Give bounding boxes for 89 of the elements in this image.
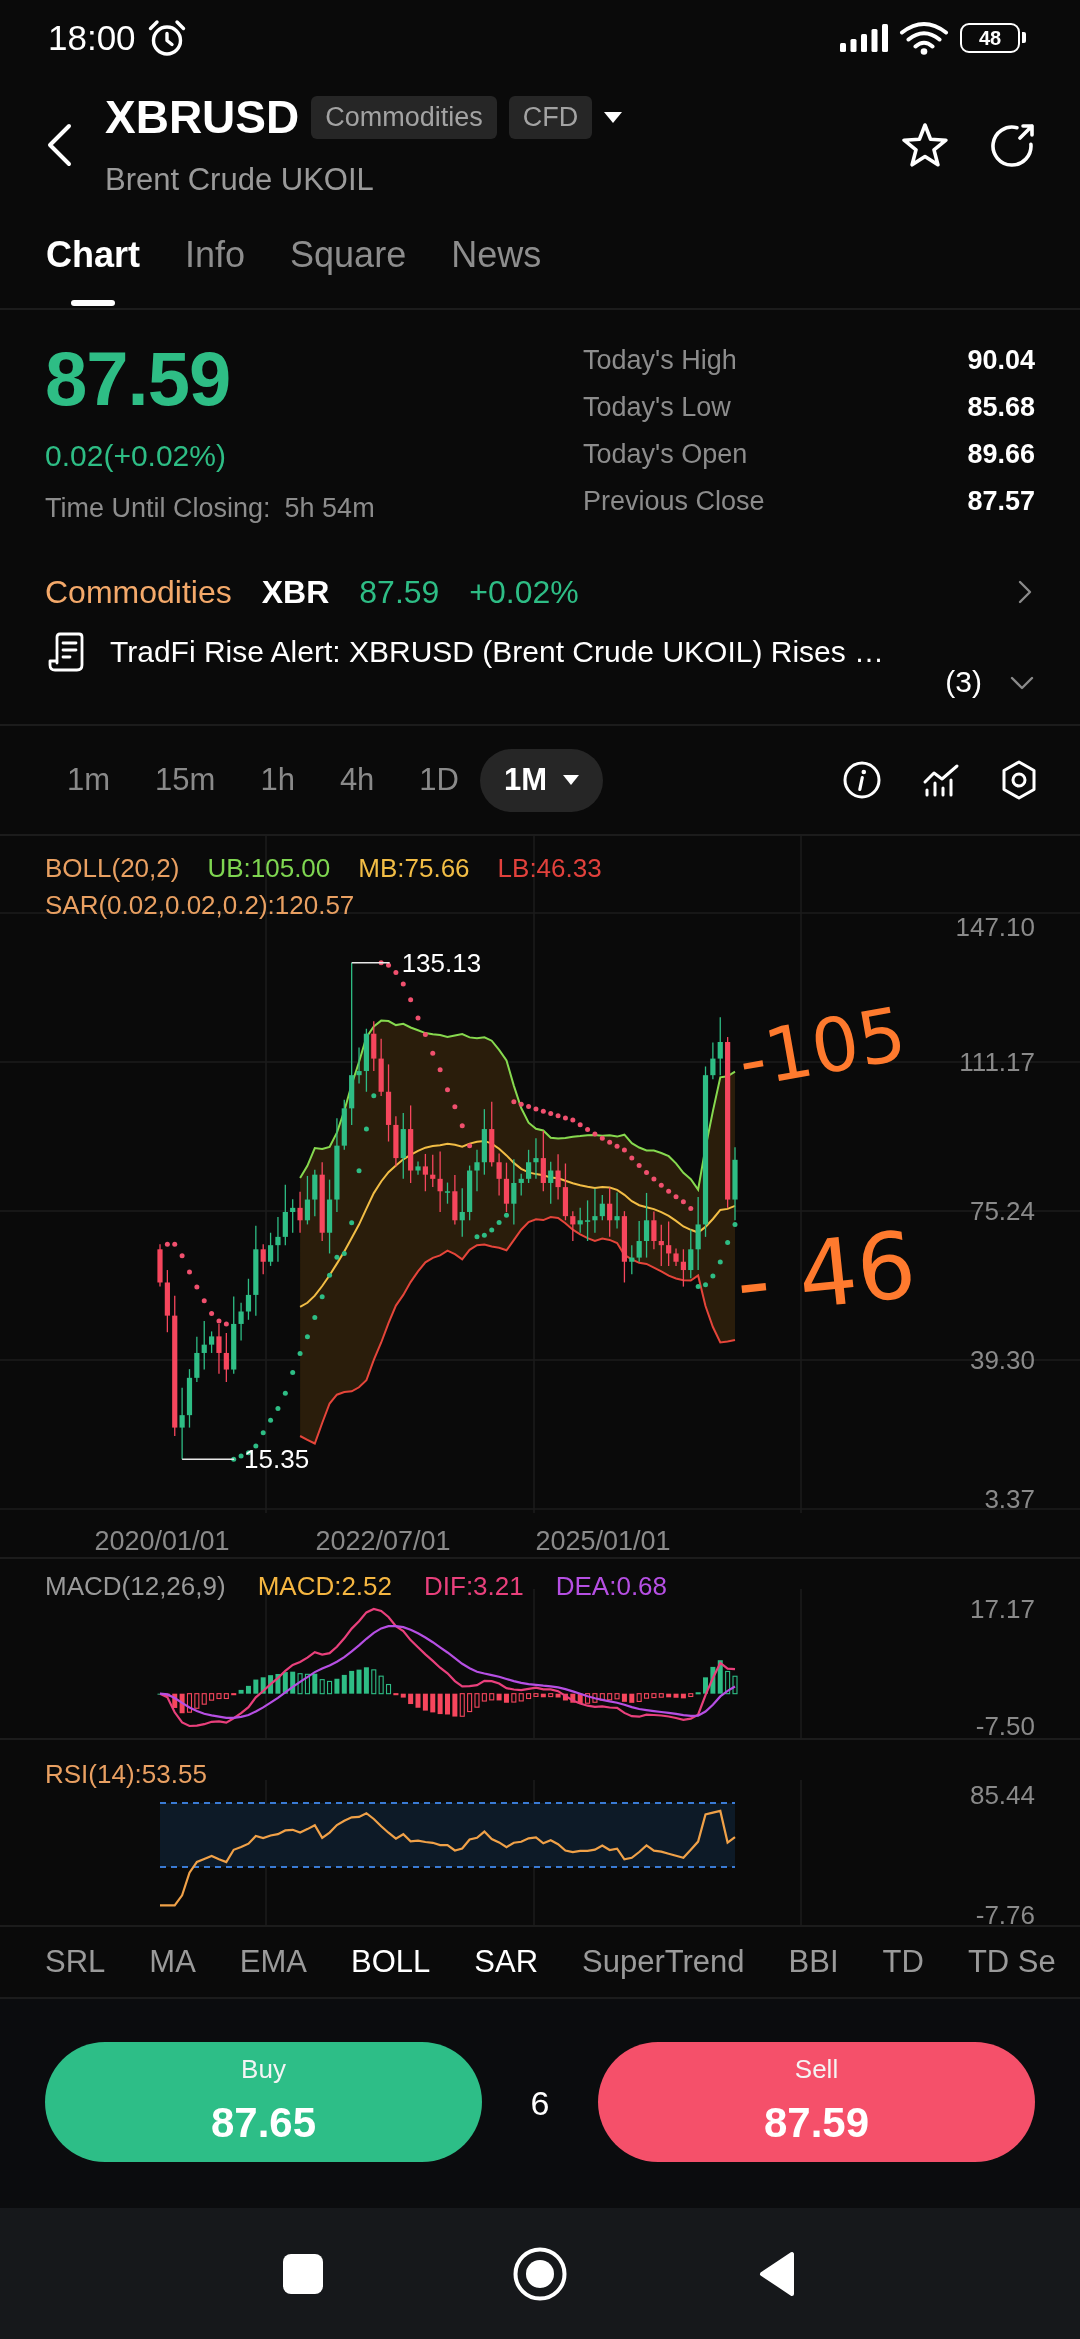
indicator-tab[interactable]: TD Se [967,1943,1056,1981]
indicator-legend-value: DEA:0.68 [555,1571,668,1601]
spread-value: 6 [530,2083,550,2123]
date-axis-label: 2022/07/01 [315,1526,451,1556]
indicator-tab[interactable]: SRL [45,1943,106,1981]
caret-icon [563,775,580,785]
indicator-legend-value: SAR(0.02,0.02,0.2):120.57 [45,890,355,920]
info-icon[interactable] [843,761,881,799]
price-axis-label: 3.37 [984,1484,1035,1514]
indicator-tab[interactable]: BOLL [351,1943,431,1981]
market-price: 87.59 [359,573,440,611]
high-price-label: 135.13 [401,947,482,978]
indicator-legend-value: MACD(12,26,9) [45,1571,226,1601]
market-change: +0.02% [469,573,579,611]
page-tab[interactable]: Square [290,234,407,276]
market-symbol: XBR [261,573,330,611]
signal-icon [840,23,888,52]
market-category: Commodities [45,573,232,611]
interval-tab[interactable]: 1m [67,762,111,798]
chevron-down-icon[interactable] [1010,676,1034,690]
market-tag: CFD [508,95,593,139]
status-time: 18:00 [48,17,136,58]
wifi-icon [899,20,949,55]
indicator-legend-value: RSI(14):53.55 [45,1759,207,1789]
settings-icon[interactable] [1001,760,1037,800]
interval-tab[interactable]: 1M [480,748,604,812]
symbol-name: Brent Crude UKOIL [105,162,375,198]
low-price-leader-line [181,1458,235,1461]
indicator-tab[interactable]: BBI [788,1943,839,1981]
closing-time: 5h 54m [284,492,375,524]
indicator-legend-value: MACD:2.52 [257,1571,392,1601]
low-price-label: 15.35 [244,1444,310,1475]
circular-arrow-icon[interactable] [990,122,1036,168]
caret-icon[interactable] [604,111,623,123]
indicator-tab[interactable]: EMA [239,1943,307,1981]
date-axis-label: 2025/01/01 [535,1526,671,1556]
alarm-clock-icon [146,18,187,57]
chevron-right-icon[interactable] [1018,580,1032,604]
indicator-legend-value: UB:105.00 [207,853,331,883]
star-icon[interactable] [901,122,949,168]
rsi-axis-label: 85.44 [969,1780,1035,1810]
macd-axis-label: -7.50 [975,1711,1035,1740]
indicator-legend-value: DIF:3.21 [424,1571,524,1601]
interval-tab[interactable]: 1D [419,762,459,798]
symbol-title: XBRUSD [105,92,300,142]
stat-value: 89.66 [967,437,1035,470]
date-axis-label: 2020/01/01 [94,1526,230,1556]
battery-level: 48 [978,26,1002,49]
price-axis-label: 147.10 [955,912,1035,942]
handwritten-annotation: -105 [731,990,913,1104]
price-axis-label: 75.24 [969,1196,1035,1226]
rsi-axis-label: -7.76 [975,1900,1035,1927]
indicator-tab[interactable]: TD [882,1943,924,1981]
indicator-legend-value: BOLL(20,2) [45,853,180,883]
indicator-legend-value: MB:75.66 [358,853,470,883]
interval-tab[interactable]: 1h [260,762,295,798]
back-icon[interactable] [46,123,72,167]
stat-label: Today's Low [583,390,731,423]
stat-value: 85.68 [967,390,1035,423]
indicator-legend-value: LB:46.33 [497,853,602,883]
page-tab[interactable]: News [451,234,542,276]
stat-value: 90.04 [967,343,1035,376]
indicator-tab[interactable]: SAR [474,1943,539,1981]
square-icon[interactable] [283,2253,323,2294]
page-tab[interactable]: Info [185,234,246,276]
interval-tab[interactable]: 15m [155,762,216,798]
handwritten-annotation: - 46 [731,1211,921,1337]
interval-tab[interactable]: 4h [339,762,375,798]
price-change: 0.02(+0.02%) [45,438,226,474]
closing-label: Time Until Closing: [45,492,271,524]
stat-label: Today's Open [583,437,748,470]
indicator-tab[interactable]: MA [149,1943,196,1981]
triangle-icon[interactable] [758,2249,796,2298]
document-icon [48,632,84,672]
high-price-leader-line [350,961,391,964]
last-price: 87.59 [45,339,231,419]
price-axis-label: 39.30 [969,1345,1035,1375]
stat-label: Today's High [583,343,737,376]
alert-headline[interactable]: TradFi Rise Alert: XBRUSD (Brent Crude UKOIL) Rises … [110,632,885,672]
indicator-tab[interactable]: SuperTrend [582,1943,745,1981]
alert-count: (3) [945,664,982,700]
stat-value: 87.57 [967,484,1035,517]
stat-label: Previous Close [583,484,765,517]
circle-icon[interactable] [513,2246,567,2301]
price-axis-label: 111.17 [959,1047,1035,1077]
macd-axis-label: 17.17 [969,1594,1035,1624]
indicator-chart-icon[interactable] [922,763,960,797]
page-tab[interactable]: Chart [46,234,140,306]
market-tag: Commodities [311,95,497,139]
